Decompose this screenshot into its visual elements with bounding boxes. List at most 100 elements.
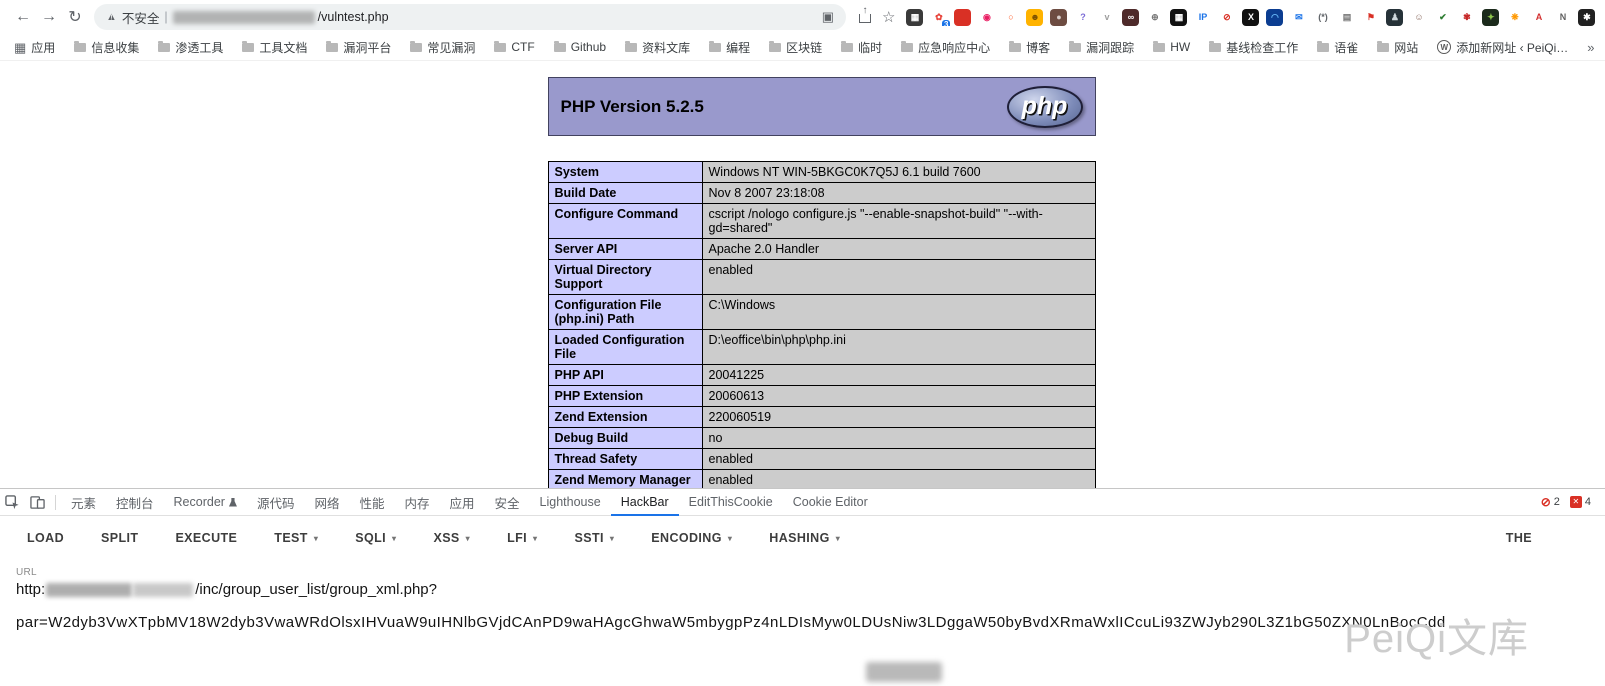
bookmark-wordpress[interactable]: W 添加新网址 ‹ PeiQi… (1437, 39, 1568, 56)
devtools-tab[interactable]: 安全 (485, 489, 530, 516)
phpinfo-value-cell: cscript /nologo configure.js "--enable-s… (702, 204, 1095, 239)
hackbar-button-test[interactable]: TEST▾ (274, 531, 318, 545)
url-field[interactable]: http: /inc/group_user_list/group_xml.php… (16, 581, 1589, 598)
phpinfo-row: Loaded Configuration FileD:\eoffice\bin\… (548, 330, 1095, 365)
chevron-down-icon: ▾ (533, 534, 537, 543)
extension-icon[interactable] (954, 9, 971, 26)
bookmark-item[interactable]: 语雀 (1317, 39, 1358, 56)
devtools-tab[interactable]: 网络 (304, 489, 349, 516)
hackbar-button-execute[interactable]: EXECUTE (175, 531, 237, 545)
extension-icon[interactable]: ⊕ (1146, 9, 1163, 26)
bookmark-item[interactable]: 临时 (841, 39, 882, 56)
devtools-tab-label: 安全 (495, 493, 520, 512)
extension-icon[interactable]: ❋ (1506, 9, 1523, 26)
extension-icon[interactable]: ∞ (1122, 9, 1139, 26)
bookmark-label: 网站 (1394, 39, 1418, 56)
extension-icon[interactable]: ○ (1002, 9, 1019, 26)
bookmark-item[interactable]: 漏洞跟踪 (1069, 39, 1134, 56)
hackbar-button-xss[interactable]: XSS▾ (433, 531, 470, 545)
extension-icon[interactable]: ✔ (1434, 9, 1451, 26)
devtools-tab[interactable]: 应用 (440, 489, 485, 516)
extension-icon[interactable]: ▦ (1170, 9, 1187, 26)
devtools-tab[interactable]: Recorder (164, 489, 247, 516)
bookmark-item[interactable]: Github (554, 40, 606, 54)
bookmark-apps[interactable]: ▦ 应用 (14, 39, 55, 56)
device-toolbar-icon[interactable] (25, 495, 50, 510)
extension-icon[interactable]: ✾ (1458, 9, 1475, 26)
chevron-down-icon: ▾ (466, 534, 470, 543)
bookmark-item[interactable]: 网站 (1377, 39, 1418, 56)
hackbar-theme-button[interactable]: THE (1506, 531, 1532, 545)
bookmark-item[interactable]: 应急响应中心 (901, 39, 990, 56)
extension-icon[interactable]: ▦ (906, 9, 923, 26)
devtools-tab-label: Lighthouse (540, 495, 601, 509)
bookmark-item[interactable]: 渗透工具 (158, 39, 223, 56)
bookmark-item[interactable]: 信息收集 (74, 39, 139, 56)
bookmark-item[interactable]: 工具文档 (242, 39, 307, 56)
bookmark-item[interactable]: 基线检查工作 (1209, 39, 1298, 56)
phpinfo-label-cell: Server API (548, 239, 702, 260)
folder-icon (769, 43, 781, 52)
refresh-icon[interactable]: ↻ (62, 7, 88, 27)
extension-icon[interactable]: ◉ (978, 9, 995, 26)
extension-icon[interactable]: N (1554, 9, 1571, 26)
devtools-tab[interactable]: 内存 (395, 489, 440, 516)
hackbar-button-label: ENCODING (651, 531, 722, 545)
errors-badge[interactable]: ✕ 4 (1570, 496, 1591, 508)
extension-icon[interactable]: (*) (1314, 9, 1331, 26)
address-bar[interactable]: ▲! 不安全 | /vulntest.php ▣ (94, 4, 846, 30)
extension-icon[interactable]: ✱ (1578, 9, 1595, 26)
devtools-tab[interactable]: 元素 (61, 489, 106, 516)
hackbar-button-lfi[interactable]: LFI▾ (507, 531, 537, 545)
extension-icon[interactable]: ♟ (1386, 9, 1403, 26)
hackbar-button-encoding[interactable]: ENCODING▾ (651, 531, 732, 545)
extension-icon[interactable]: ◠ (1266, 9, 1283, 26)
bookmark-item[interactable]: 资料文库 (625, 39, 690, 56)
bookmark-item[interactable]: HW (1153, 40, 1190, 54)
bookmark-star-icon[interactable]: ☆ (882, 8, 895, 26)
bookmark-item[interactable]: 区块链 (769, 39, 822, 56)
extension-icon[interactable]: ☺ (1410, 9, 1427, 26)
inspect-element-icon[interactable] (0, 495, 25, 510)
extension-icon[interactable]: ☻ (1026, 9, 1043, 26)
phpinfo-value-cell: enabled (702, 470, 1095, 489)
extension-icon[interactable]: ✉ (1290, 9, 1307, 26)
extension-icon[interactable]: X (1242, 9, 1259, 26)
security-warning-label[interactable]: 不安全 (122, 8, 160, 27)
extension-icon[interactable]: ✿3 (930, 9, 947, 26)
forward-icon[interactable]: → (36, 8, 62, 26)
page-action-icon[interactable]: ▣ (822, 9, 834, 25)
extension-icon[interactable]: ? (1074, 9, 1091, 26)
devtools-tab[interactable]: Cookie Editor (783, 489, 878, 516)
share-icon[interactable]: ↑ (859, 14, 871, 23)
extension-icon[interactable]: ● (1050, 9, 1067, 26)
extension-icon[interactable]: IP (1194, 9, 1211, 26)
extension-icon[interactable]: v (1098, 9, 1115, 26)
bookmark-item[interactable]: CTF (494, 40, 534, 54)
back-icon[interactable]: ← (10, 8, 36, 26)
devtools-tab[interactable]: 控制台 (106, 489, 164, 516)
bookmark-item[interactable]: 博客 (1009, 39, 1050, 56)
bookmarks-overflow-icon[interactable]: » (1587, 40, 1594, 55)
extension-icon[interactable]: ▤ (1338, 9, 1355, 26)
devtools-tab[interactable]: HackBar (611, 489, 679, 516)
devtools-tab[interactable]: 性能 (349, 489, 394, 516)
hackbar-button-load[interactable]: LOAD (27, 531, 64, 545)
issues-badge[interactable]: ⊘ 2 (1541, 496, 1560, 508)
bookmark-item[interactable]: 常见漏洞 (410, 39, 475, 56)
extension-icon[interactable]: ⊘ (1218, 9, 1235, 26)
bookmark-item[interactable]: 漏洞平台 (326, 39, 391, 56)
address-divider: | (164, 10, 167, 24)
devtools-tab[interactable]: Lighthouse (530, 489, 611, 516)
hackbar-button-ssti[interactable]: SSTI▾ (574, 531, 614, 545)
devtools-tab[interactable]: EditThisCookie (679, 489, 783, 516)
extension-icon[interactable]: ⚑ (1362, 9, 1379, 26)
bookmark-item[interactable]: 编程 (709, 39, 750, 56)
hackbar-button-hashing[interactable]: HASHING▾ (769, 531, 840, 545)
extension-icon[interactable]: ✦ (1482, 9, 1499, 26)
hackbar-button-label: SQLI (355, 531, 386, 545)
devtools-tab[interactable]: 源代码 (247, 489, 305, 516)
extension-icon[interactable]: A (1530, 9, 1547, 26)
hackbar-button-sqli[interactable]: SQLI▾ (355, 531, 396, 545)
hackbar-button-split[interactable]: SPLIT (101, 531, 138, 545)
